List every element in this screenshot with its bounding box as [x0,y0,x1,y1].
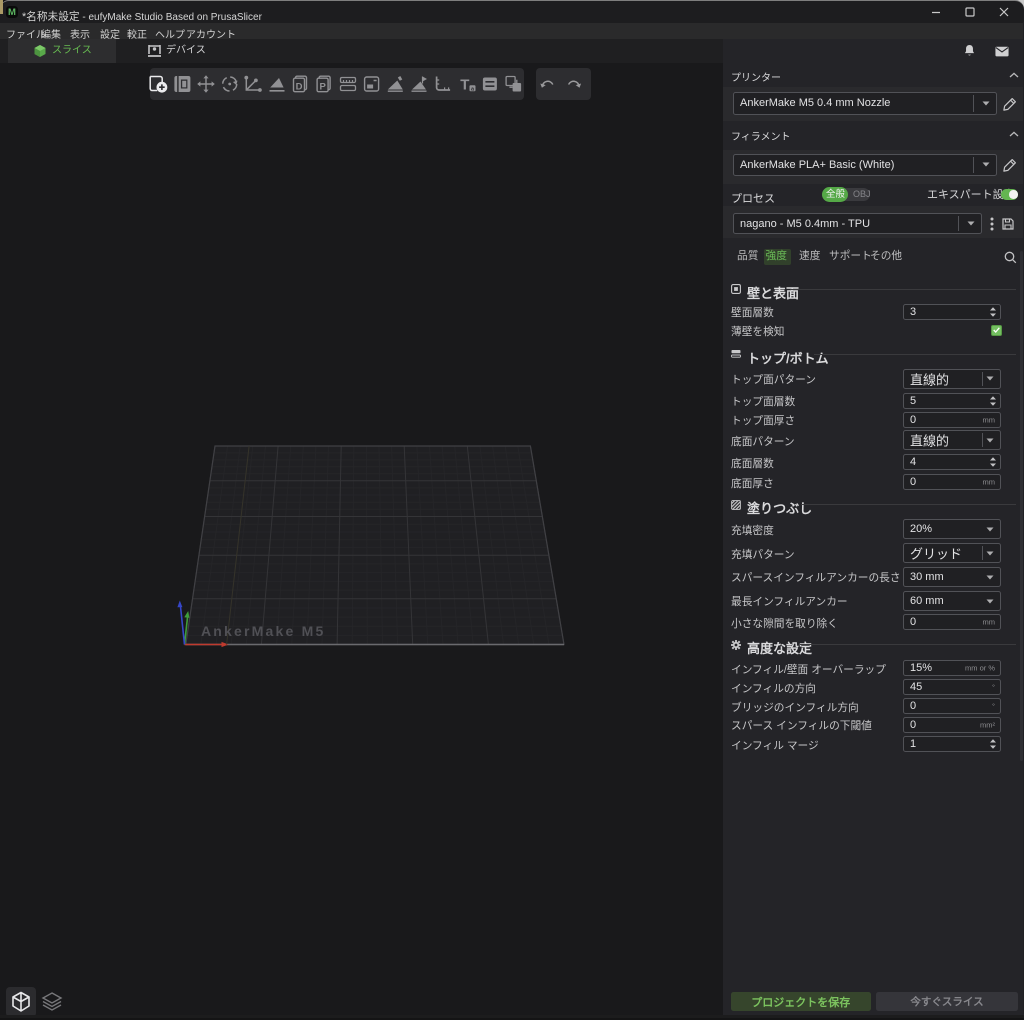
svg-text:D: D [296,82,303,93]
svg-text:P: P [319,82,326,93]
svg-text:T: T [460,77,469,94]
